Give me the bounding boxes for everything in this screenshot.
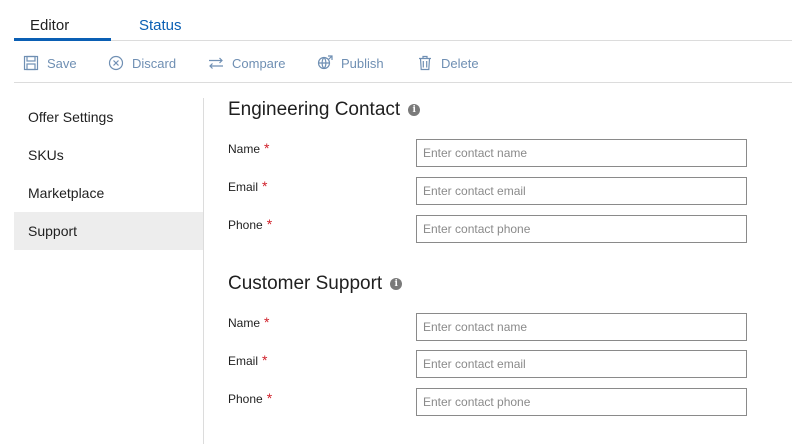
- engineering-name-label-text: Name: [228, 142, 261, 156]
- customer-email-label: Email *: [228, 352, 267, 368]
- sidebar-nav: Offer Settings SKUs Marketplace Support: [14, 98, 203, 250]
- customer-email-input[interactable]: [416, 350, 747, 378]
- engineering-phone-label-text: Phone: [228, 218, 263, 232]
- engineering-email-label: Email *: [228, 178, 267, 194]
- engineering-contact-heading: Engineering Contact i: [228, 99, 421, 121]
- info-icon[interactable]: i: [390, 278, 403, 290]
- compare-icon: [209, 57, 223, 69]
- delete-label: Delete: [441, 55, 479, 71]
- customer-name-label-text: Name: [228, 316, 261, 330]
- publish-label: Publish: [341, 55, 384, 71]
- tab-editor[interactable]: Editor: [30, 17, 69, 34]
- command-toolbar: Save Discard Compare Publish Delete: [14, 41, 792, 83]
- publish-button[interactable]: Publish: [317, 54, 384, 72]
- required-marker: *: [264, 140, 270, 156]
- customer-email-label-text: Email: [228, 354, 259, 368]
- discard-label: Discard: [132, 55, 177, 71]
- sidebar-item-support[interactable]: Support: [14, 212, 203, 250]
- customer-support-heading: Customer Support i: [228, 273, 403, 295]
- tab-bar: Editor Status: [14, 0, 792, 41]
- engineering-name-label: Name *: [228, 140, 269, 156]
- engineering-email-input[interactable]: [416, 177, 747, 205]
- trash-icon: [419, 55, 431, 71]
- engineering-email-label-text: Email: [228, 180, 259, 194]
- customer-phone-label: Phone *: [228, 390, 272, 406]
- engineering-contact-title: Engineering Contact: [228, 99, 401, 120]
- info-icon[interactable]: i: [408, 104, 421, 116]
- engineering-phone-input[interactable]: [416, 215, 747, 243]
- engineering-phone-label: Phone *: [228, 216, 272, 232]
- required-marker: *: [266, 390, 273, 406]
- required-marker: *: [264, 314, 270, 330]
- customer-name-label: Name *: [228, 314, 269, 330]
- required-marker: *: [266, 216, 273, 232]
- delete-button[interactable]: Delete: [417, 54, 479, 72]
- sidebar-item-offer-settings[interactable]: Offer Settings: [14, 98, 203, 136]
- sidebar-item-skus[interactable]: SKUs: [14, 136, 203, 174]
- customer-phone-label-text: Phone: [228, 392, 263, 406]
- save-label: Save: [47, 55, 77, 71]
- customer-phone-input[interactable]: [416, 388, 747, 416]
- save-button[interactable]: Save: [23, 54, 77, 72]
- discard-icon: [108, 55, 124, 71]
- publish-icon: [317, 55, 333, 70]
- compare-button[interactable]: Compare: [208, 54, 285, 72]
- discard-button[interactable]: Discard: [108, 54, 176, 72]
- required-marker: *: [262, 178, 268, 194]
- sidebar-item-marketplace[interactable]: Marketplace: [14, 174, 203, 212]
- engineering-name-input[interactable]: [416, 139, 747, 167]
- compare-label: Compare: [232, 55, 286, 71]
- save-icon: [23, 55, 39, 71]
- tab-status[interactable]: Status: [139, 17, 182, 34]
- customer-support-title: Customer Support: [228, 273, 383, 294]
- customer-name-input[interactable]: [416, 313, 747, 341]
- required-marker: *: [262, 352, 268, 368]
- sidebar-divider: [203, 98, 204, 444]
